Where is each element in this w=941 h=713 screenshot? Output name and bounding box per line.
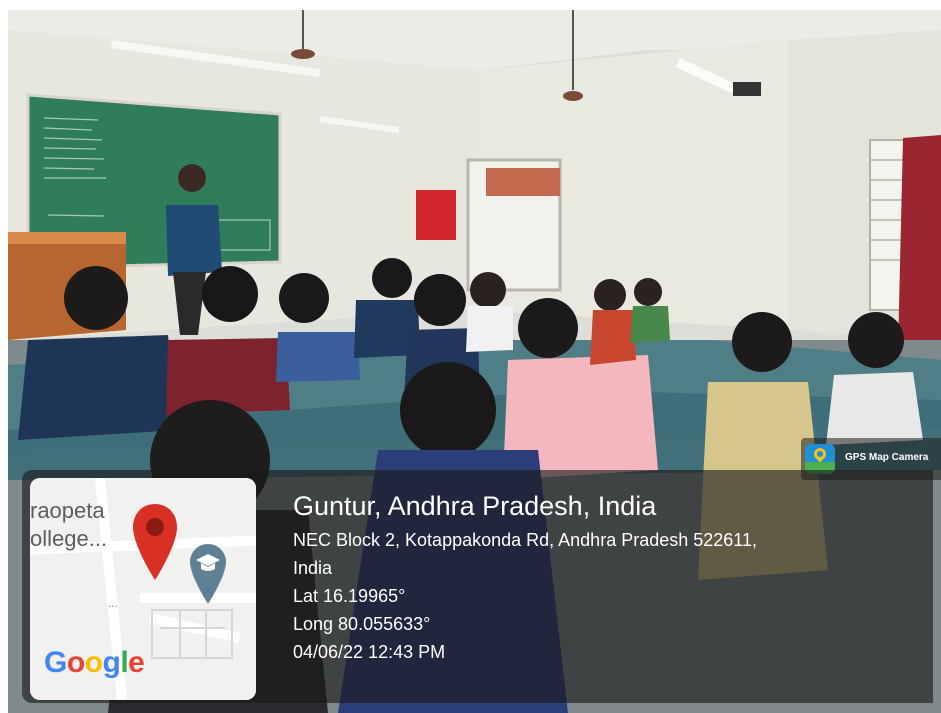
map-dots: ... <box>108 596 119 610</box>
address-line-2: India <box>293 558 333 578</box>
google-logo: Google <box>44 646 145 679</box>
gps-map-camera-label: GPS Map Camera <box>845 452 929 463</box>
latitude: Lat 16.19965° <box>293 586 406 606</box>
photo-frame: GPS Map Camera raopeta ollege... ... Goo… <box>0 0 941 713</box>
map-thumbnail: raopeta ollege... ... Google <box>30 478 256 700</box>
address-line-1: NEC Block 2, Kotappakonda Rd, Andhra Pra… <box>293 530 757 550</box>
longitude: Long 80.055633° <box>293 614 431 634</box>
map-place-label-2: ollege... <box>30 526 108 551</box>
school-marker-icon <box>190 544 226 604</box>
location-pin-icon <box>133 504 177 580</box>
map-place-label: raopeta <box>30 498 105 523</box>
timestamp: 04/06/22 12:43 PM <box>293 642 446 662</box>
location-title: Guntur, Andhra Pradesh, India <box>293 491 657 521</box>
location-text: Guntur, Andhra Pradesh, India NEC Block … <box>293 488 757 666</box>
